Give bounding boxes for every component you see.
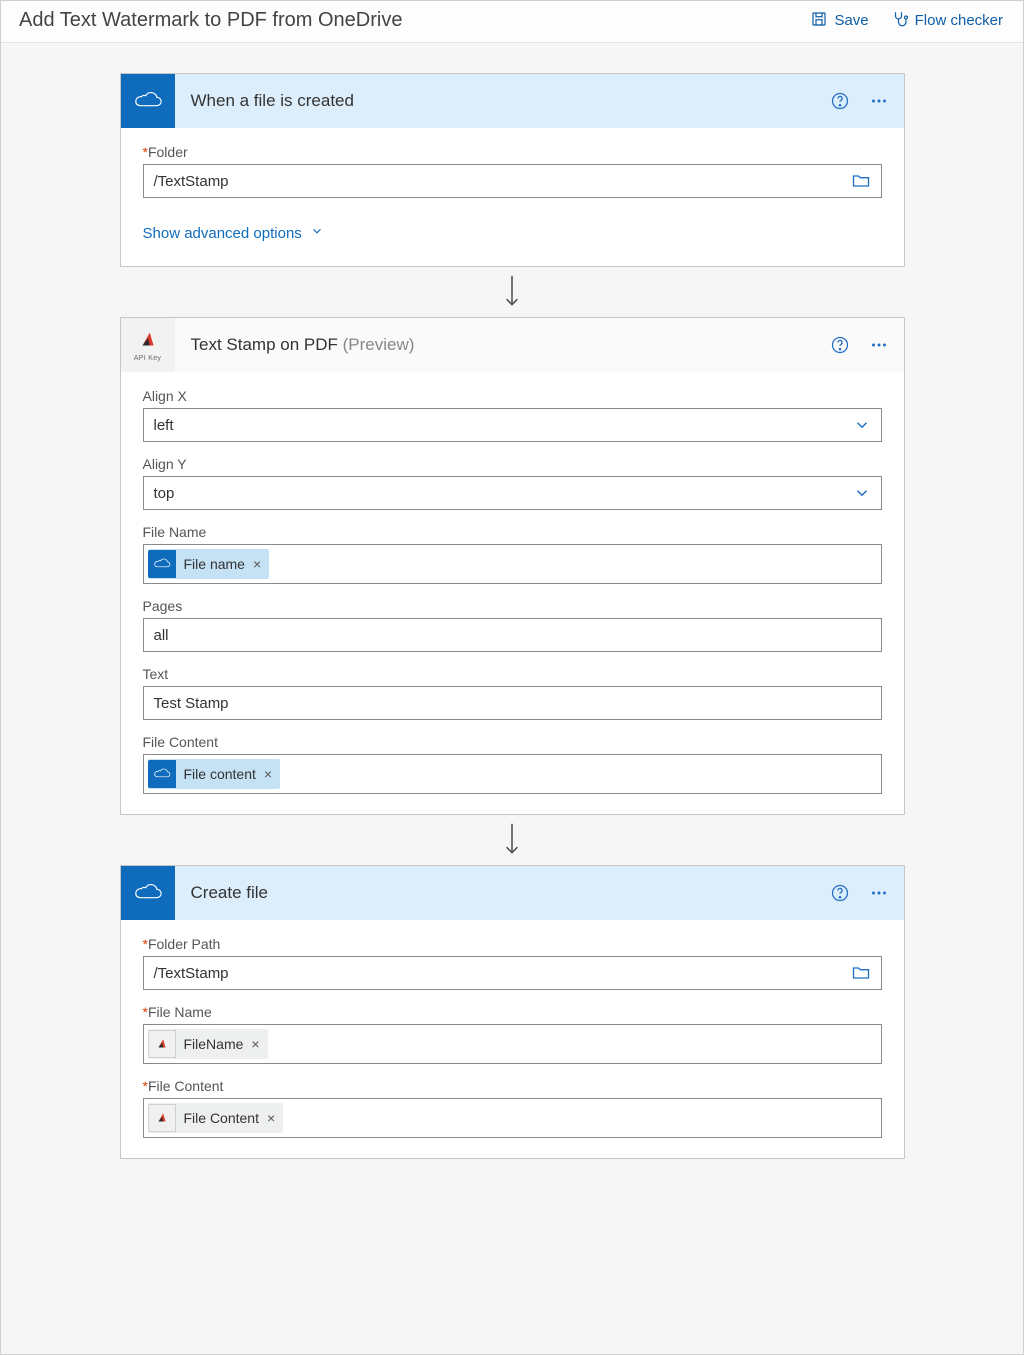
onedrive-icon [148, 760, 176, 788]
more-icon[interactable] [868, 334, 890, 356]
apikey-icon [148, 1030, 176, 1058]
cf-filecontent-input[interactable]: File Content × [143, 1098, 882, 1138]
chevron-down-icon [310, 224, 324, 242]
flow-title: Add Text Watermark to PDF from OneDrive [19, 9, 402, 32]
more-icon[interactable] [868, 882, 890, 904]
token-label: FileName [184, 1036, 244, 1052]
token-remove[interactable]: × [251, 1036, 259, 1052]
topbar-actions: Save Flow checker [810, 10, 1003, 32]
pages-field: Pages all [143, 598, 882, 652]
token-label: File Content [184, 1110, 259, 1126]
trigger-card: When a file is created *Folder /TextStam… [120, 73, 905, 267]
dynamic-token-filecontent[interactable]: File content × [148, 759, 281, 789]
cf-filename-field: *File Name FileName × [143, 1004, 882, 1064]
chevron-down-icon [853, 416, 875, 434]
filecontent-input[interactable]: File content × [143, 754, 882, 794]
token-label: File name [184, 556, 245, 572]
flow-canvas: When a file is created *Folder /TextStam… [1, 43, 1023, 1189]
createfile-card: Create file *Folder Path /TextStamp [120, 865, 905, 1159]
flow-arrow [501, 815, 523, 865]
createfile-title: Create file [175, 883, 830, 903]
folderpath-field: *Folder Path /TextStamp [143, 936, 882, 990]
stethoscope-icon [891, 10, 909, 32]
chevron-down-icon [853, 484, 875, 502]
help-icon[interactable] [830, 883, 850, 903]
folder-value: /TextStamp [154, 173, 851, 190]
topbar: Add Text Watermark to PDF from OneDrive … [1, 1, 1023, 43]
alignx-select[interactable]: left [143, 408, 882, 442]
aligny-select[interactable]: top [143, 476, 882, 510]
alignx-label: Align X [143, 388, 882, 404]
token-remove[interactable]: × [267, 1110, 275, 1126]
trigger-actions [830, 90, 890, 112]
apikey-icon [148, 1104, 176, 1132]
folderpath-label: *Folder Path [143, 936, 882, 952]
show-advanced-link[interactable]: Show advanced options [143, 212, 324, 246]
text-field: Text Test Stamp [143, 666, 882, 720]
more-icon[interactable] [868, 90, 890, 112]
folder-picker-icon[interactable] [851, 963, 875, 983]
filename-label: File Name [143, 524, 882, 540]
onedrive-icon [121, 866, 175, 920]
flow-designer-frame: Add Text Watermark to PDF from OneDrive … [0, 0, 1024, 1355]
pages-input[interactable]: all [143, 618, 882, 652]
dynamic-token-filecontent[interactable]: File Content × [148, 1103, 284, 1133]
help-icon[interactable] [830, 91, 850, 111]
stamp-header[interactable]: API Key Text Stamp on PDF (Preview) [121, 318, 904, 372]
save-icon [810, 10, 828, 32]
stamp-actions [830, 334, 890, 356]
stamp-card: API Key Text Stamp on PDF (Preview) Alig… [120, 317, 905, 815]
createfile-actions [830, 882, 890, 904]
trigger-title: When a file is created [175, 91, 830, 111]
flow-checker-button[interactable]: Flow checker [891, 10, 1003, 32]
text-input[interactable]: Test Stamp [143, 686, 882, 720]
folder-field: *Folder /TextStamp [143, 144, 882, 198]
text-label: Text [143, 666, 882, 682]
alignx-field: Align X left [143, 388, 882, 442]
onedrive-icon [148, 550, 176, 578]
filename-input[interactable]: File name × [143, 544, 882, 584]
folderpath-input[interactable]: /TextStamp [143, 956, 882, 990]
folder-label: *Folder [143, 144, 882, 160]
pages-value: all [154, 627, 875, 644]
pages-label: Pages [143, 598, 882, 614]
aligny-field: Align Y top [143, 456, 882, 510]
token-remove[interactable]: × [264, 766, 272, 782]
dynamic-token-filename[interactable]: FileName × [148, 1029, 268, 1059]
token-label: File content [184, 766, 256, 782]
dynamic-token-filename[interactable]: File name × [148, 549, 270, 579]
aligny-value: top [154, 485, 853, 502]
folder-input[interactable]: /TextStamp [143, 164, 882, 198]
cf-filename-input[interactable]: FileName × [143, 1024, 882, 1064]
trigger-header[interactable]: When a file is created [121, 74, 904, 128]
apikey-icon: API Key [121, 318, 175, 372]
filecontent-label: File Content [143, 734, 882, 750]
flow-checker-label: Flow checker [915, 12, 1003, 29]
cf-filecontent-field: *File Content File Content × [143, 1078, 882, 1138]
alignx-value: left [154, 417, 853, 434]
filename-field: File Name File name × [143, 524, 882, 584]
token-remove[interactable]: × [253, 556, 261, 572]
show-advanced-label: Show advanced options [143, 225, 302, 242]
cf-filecontent-label: *File Content [143, 1078, 882, 1094]
createfile-body: *Folder Path /TextStamp *File Name [121, 920, 904, 1158]
createfile-header[interactable]: Create file [121, 866, 904, 920]
apikey-label: API Key [134, 355, 161, 362]
folderpath-value: /TextStamp [154, 965, 851, 982]
text-value: Test Stamp [154, 695, 875, 712]
filecontent-field: File Content File content × [143, 734, 882, 794]
trigger-body: *Folder /TextStamp Show advanced options [121, 128, 904, 266]
stamp-title: Text Stamp on PDF (Preview) [175, 335, 830, 355]
stamp-body: Align X left Align Y top [121, 372, 904, 814]
save-label: Save [834, 12, 868, 29]
help-icon[interactable] [830, 335, 850, 355]
onedrive-icon [121, 74, 175, 128]
cf-filename-label: *File Name [143, 1004, 882, 1020]
save-button[interactable]: Save [810, 10, 868, 32]
flow-arrow [501, 267, 523, 317]
aligny-label: Align Y [143, 456, 882, 472]
folder-picker-icon[interactable] [851, 171, 875, 191]
